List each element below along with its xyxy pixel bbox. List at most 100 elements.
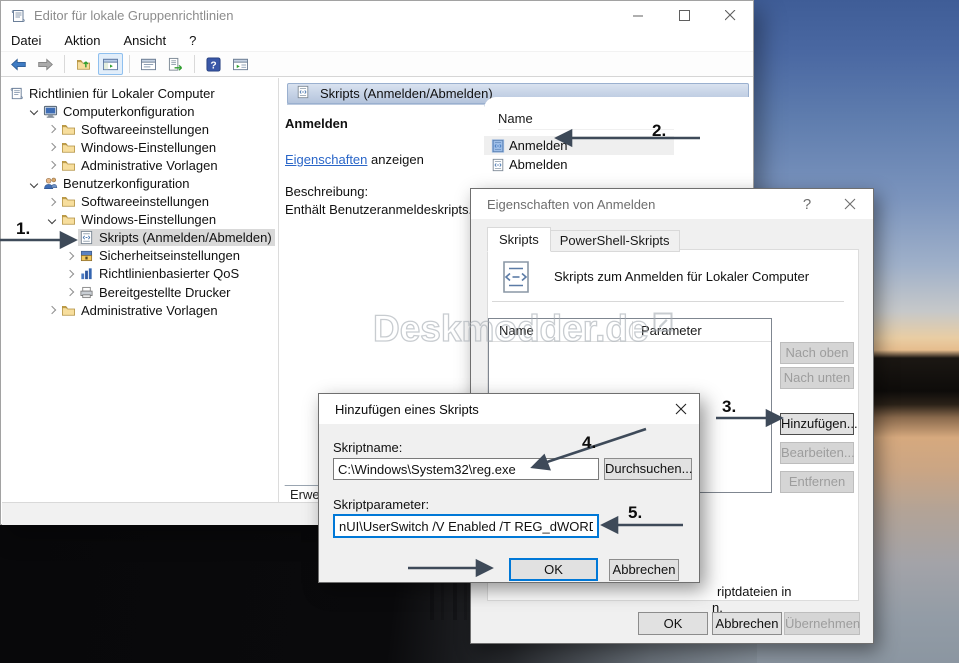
script-icon bbox=[491, 158, 505, 172]
script-icon bbox=[491, 139, 505, 153]
chevron-right-icon[interactable] bbox=[62, 253, 78, 259]
footer-übernehmen-button: Übernehmen bbox=[784, 612, 860, 635]
title-bar[interactable]: Editor für lokale Gruppenrichtlinien bbox=[1, 1, 753, 30]
menu-aktion[interactable]: Aktion bbox=[64, 33, 100, 48]
script-param-input[interactable] bbox=[333, 514, 599, 538]
chevron-right-icon[interactable] bbox=[44, 162, 60, 168]
dialog-close-icon[interactable] bbox=[834, 189, 866, 219]
tree-item-bereitgestellte-drucker[interactable]: Bereitgestellte Drucker bbox=[2, 283, 278, 301]
hinzufügen-button[interactable]: Hinzufügen... bbox=[780, 413, 854, 435]
properties-dialog-titlebar[interactable]: Eigenschaften von Anmelden ? bbox=[471, 189, 873, 219]
minimize-icon[interactable] bbox=[615, 1, 661, 30]
tree-item-administrative-vorlagen[interactable]: Administrative Vorlagen bbox=[2, 301, 278, 319]
tree-item-softwareeinstellungen[interactable]: Softwareeinstellungen bbox=[2, 120, 278, 138]
listbox-column-parameter[interactable]: Parameter bbox=[641, 323, 702, 338]
chevron-right-icon[interactable] bbox=[44, 307, 60, 313]
toolbar: ? bbox=[1, 51, 753, 77]
tree-item-richtlinienbasierter-qos[interactable]: Richtlinienbasierter QoS bbox=[2, 265, 278, 283]
properties-icon[interactable] bbox=[136, 53, 161, 75]
tree-item-sicherheitseinstellungen[interactable]: Sicherheitseinstellungen bbox=[2, 247, 278, 265]
tree-item-label: Softwareeinstellungen bbox=[81, 122, 209, 137]
column-header-name[interactable]: Name bbox=[498, 111, 674, 130]
extended-view-icon[interactable] bbox=[228, 53, 253, 75]
browse-button[interactable]: Durchsuchen... bbox=[604, 458, 692, 480]
maximize-icon[interactable] bbox=[661, 1, 707, 30]
tree-item-windows-einstellungen[interactable]: Windows-Einstellungen bbox=[2, 138, 278, 156]
chevron-right-icon[interactable] bbox=[44, 126, 60, 132]
tree-item-label: Administrative Vorlagen bbox=[81, 303, 218, 318]
tree-item-label: Softwareeinstellungen bbox=[81, 194, 209, 209]
tab-skripts[interactable]: Skripts bbox=[487, 227, 551, 252]
script-param-label: Skriptparameter: bbox=[333, 497, 429, 512]
tree-item-skripts-anmelden-abmelden-[interactable]: Skripts (Anmelden/Abmelden) bbox=[2, 229, 278, 247]
footer-ok-button[interactable]: OK bbox=[638, 612, 708, 635]
footer-abbrechen-button[interactable]: Abbrechen bbox=[712, 612, 782, 635]
menu-datei[interactable]: Datei bbox=[11, 33, 41, 48]
tree-item-computerkonfiguration[interactable]: Computerkonfiguration bbox=[2, 102, 278, 120]
menu-ansicht[interactable]: Ansicht bbox=[124, 33, 167, 48]
menu-?[interactable]: ? bbox=[189, 33, 196, 48]
chevron-down-icon[interactable] bbox=[26, 108, 42, 114]
tree-item-richtlinien-für-lokaler-computer[interactable]: Richtlinien für Lokaler Computer bbox=[2, 84, 278, 102]
tab-caption: Skripts zum Anmelden für Lokaler Compute… bbox=[554, 269, 809, 284]
listbox-column-name[interactable]: Name bbox=[499, 323, 534, 338]
tree-item-label: Benutzerkonfiguration bbox=[63, 176, 189, 191]
add-dialog-title: Hinzufügen eines Skripts bbox=[335, 402, 479, 417]
script-name-input[interactable] bbox=[333, 458, 599, 480]
export-list-icon[interactable] bbox=[163, 53, 188, 75]
script-big-icon bbox=[498, 259, 534, 295]
back-icon[interactable] bbox=[6, 53, 31, 75]
list-item-anmelden[interactable]: Anmelden bbox=[484, 136, 674, 155]
tree-item-softwareeinstellungen[interactable]: Softwareeinstellungen bbox=[2, 193, 278, 211]
console-tree-icon[interactable] bbox=[98, 53, 123, 75]
chevron-down-icon[interactable] bbox=[26, 181, 42, 187]
console-tree: Richtlinien für Lokaler ComputerComputer… bbox=[2, 78, 279, 502]
caption-divider bbox=[492, 301, 844, 302]
chevron-right-icon[interactable] bbox=[62, 271, 78, 277]
computer-icon bbox=[43, 104, 58, 119]
folder-icon bbox=[61, 140, 76, 155]
eigenschaften-link[interactable]: Eigenschaften bbox=[285, 152, 367, 167]
chevron-right-icon[interactable] bbox=[44, 144, 60, 150]
script-name-label: Skriptname: bbox=[333, 440, 402, 455]
nach-unten-button: Nach unten bbox=[780, 367, 854, 389]
qos-icon bbox=[79, 266, 94, 281]
tree-item-label: Richtlinienbasierter QoS bbox=[99, 266, 239, 281]
add-dialog-titlebar[interactable]: Hinzufügen eines Skripts bbox=[319, 394, 699, 424]
selected-item-title: Anmelden bbox=[285, 116, 484, 131]
toolbar-separator bbox=[194, 55, 195, 73]
up-folder-icon[interactable] bbox=[71, 53, 96, 75]
list-item-label: Abmelden bbox=[509, 157, 568, 172]
nach-oben-button: Nach oben bbox=[780, 342, 854, 364]
close-icon[interactable] bbox=[707, 1, 753, 30]
properties-dialog-title: Eigenschaften von Anmelden bbox=[487, 197, 655, 212]
folder-icon bbox=[61, 194, 76, 209]
description-label: Beschreibung: bbox=[285, 184, 484, 199]
add-dialog-close-icon[interactable] bbox=[665, 394, 697, 424]
cancel-button[interactable]: Abbrechen bbox=[609, 559, 679, 581]
entfernen-button: Entfernen bbox=[780, 471, 854, 493]
tree-item-benutzerkonfiguration[interactable]: Benutzerkonfiguration bbox=[2, 174, 278, 192]
tree-item-windows-einstellungen[interactable]: Windows-Einstellungen bbox=[2, 211, 278, 229]
toolbar-separator bbox=[129, 55, 130, 73]
folder-icon bbox=[61, 158, 76, 173]
chevron-down-icon[interactable] bbox=[44, 217, 60, 223]
tab-powershell-skripts[interactable]: PowerShell-Skripts bbox=[550, 230, 680, 252]
help-icon[interactable]: ? bbox=[201, 53, 226, 75]
ok-button[interactable]: OK bbox=[509, 558, 598, 581]
chevron-right-icon[interactable] bbox=[62, 289, 78, 295]
security-icon bbox=[79, 248, 94, 263]
chevron-right-icon[interactable] bbox=[44, 199, 60, 205]
forward-icon[interactable] bbox=[33, 53, 58, 75]
gpedit-app-icon bbox=[10, 8, 26, 24]
folder-icon bbox=[61, 303, 76, 318]
tree-item-label: Windows-Einstellungen bbox=[81, 140, 216, 155]
list-item-abmelden[interactable]: Abmelden bbox=[484, 155, 674, 174]
description-text: Enthält Benutzeranmeldeskripts. bbox=[285, 202, 484, 217]
tree-item-label: Sicherheitseinstellungen bbox=[99, 248, 240, 263]
tree-item-label: Skripts (Anmelden/Abmelden) bbox=[99, 230, 272, 245]
script-icon bbox=[296, 85, 310, 102]
folder-icon bbox=[61, 212, 76, 227]
tree-item-administrative-vorlagen[interactable]: Administrative Vorlagen bbox=[2, 156, 278, 174]
dialog-help-icon[interactable]: ? bbox=[791, 189, 823, 219]
